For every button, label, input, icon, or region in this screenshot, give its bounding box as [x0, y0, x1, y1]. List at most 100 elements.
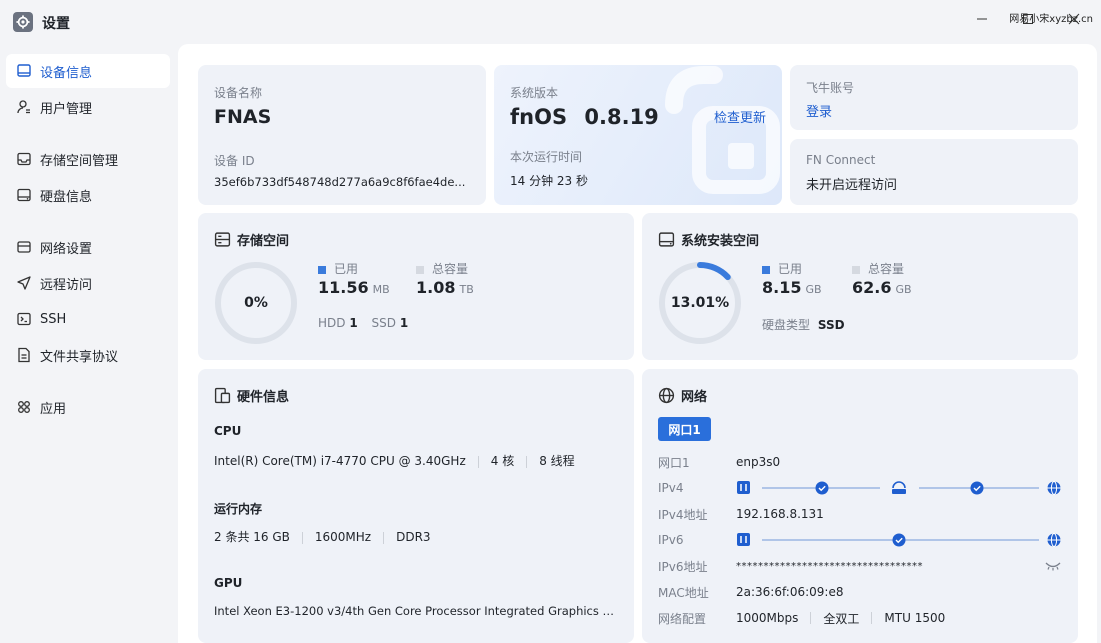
ipv6-row: IPv6: [658, 530, 736, 550]
port-label: 网口1: [658, 455, 690, 470]
watermark-text: 网易小宋xyzbz.cn: [1009, 14, 1093, 25]
hdd-label: HDD: [318, 316, 346, 330]
total-legend-swatch: [852, 265, 860, 274]
apps-icon: [18, 401, 30, 413]
hardware-icon: [214, 387, 231, 404]
total-unit: GB: [895, 283, 912, 296]
sidebar-item-remote-access[interactable]: 远程访问: [6, 266, 170, 300]
port-value: enp3s0: [736, 455, 781, 469]
link-speed: 1000Mbps: [736, 611, 799, 625]
sidebar: 设备信息 用户管理 存储空间管理 硬盘信息 网络设置 远程访问 SSH 文件共享…: [0, 44, 178, 643]
minimize-button[interactable]: [973, 10, 991, 28]
system-space-percent: 13.01%: [670, 295, 730, 311]
total-label: 总容量: [868, 262, 905, 276]
window-title: 设置: [42, 16, 70, 32]
used-value: 11.56: [318, 278, 369, 297]
storage-server-icon: [214, 232, 231, 247]
system-version-card: 系统版本 fnOS 0.8.19 检查更新 本次运行时间 14 分钟 23 秒: [494, 65, 782, 205]
memory-size: 2 条共 16 GB: [214, 530, 290, 544]
gpu-label: GPU: [214, 576, 243, 590]
sidebar-item-label: 设备信息: [40, 65, 93, 81]
login-link[interactable]: 登录: [806, 101, 832, 120]
used-value: 8.15: [762, 278, 802, 297]
ssd-label: SSD: [371, 316, 397, 330]
fnos-logo-watermark: [665, 66, 780, 194]
storage-card: 存储空间 0% 已用 总容量 11.56 MB 1.08 TB HDD 1 SSD …: [198, 213, 634, 360]
duplex-mode: 全双工: [823, 611, 860, 626]
fn-connect-card[interactable]: FN Connect 未开启远程访问: [790, 139, 1078, 205]
sidebar-item-label: 远程访问: [40, 277, 93, 293]
terminal-icon: [17, 312, 31, 326]
sidebar-item-network-settings[interactable]: 网络设置: [6, 230, 170, 264]
system-version-label: 系统版本: [510, 86, 559, 100]
system-space-card: 系统安装空间 13.01% 已用 总容量 8.15 GB 62.6 GB 硬盘类型 …: [642, 213, 1078, 360]
monitor-icon: [17, 64, 31, 77]
total-label: 总容量: [432, 262, 469, 276]
device-name: FNAS: [214, 106, 272, 128]
used-label: 已用: [778, 262, 803, 276]
device-info-card: 设备名称 FNAS 设备 ID 35ef6b733df548748d277a6a…: [198, 65, 486, 205]
hardware-title: 硬件信息: [237, 390, 290, 405]
cpu-model: Intel(R) Core(TM) i7-4770 CPU @ 3.40GHz: [214, 454, 466, 468]
sidebar-item-device-info[interactable]: 设备信息: [6, 54, 170, 88]
storage-icon: [17, 152, 31, 166]
hardware-card: 硬件信息 CPU Intel(R) Core(TM) i7-4770 CPU @…: [198, 369, 634, 643]
uptime-label: 本次运行时间: [510, 150, 583, 164]
mtu-value: MTU 1500: [884, 611, 946, 625]
used-legend-swatch: [762, 265, 770, 274]
system-space-title: 系统安装空间: [681, 234, 760, 249]
ipv6-address-row: IPv6地址 *********************************…: [658, 556, 923, 576]
internet-globe-icon: [1047, 481, 1061, 495]
account-label: 飞牛账号: [806, 81, 855, 95]
tab-port-1[interactable]: 网口1: [658, 417, 711, 441]
sidebar-item-label: 网络设置: [40, 241, 93, 257]
sidebar-item-storage-management[interactable]: 存储空间管理: [6, 142, 170, 176]
device-name-label: 设备名称: [214, 86, 263, 100]
sidebar-item-file-sharing[interactable]: 文件共享协议: [6, 338, 170, 372]
device-id-label: 设备 ID: [214, 154, 255, 168]
cpu-cores: 4 核: [490, 454, 515, 468]
ipv6-address: **********************************: [736, 560, 923, 572]
settings-gear-icon: [13, 12, 33, 32]
storage-title: 存储空间: [237, 234, 290, 249]
sidebar-item-label: SSH: [40, 311, 67, 327]
user-icon: [17, 100, 30, 114]
used-legend-swatch: [318, 265, 326, 274]
sidebar-item-label: 文件共享协议: [40, 349, 119, 365]
mac-row: MAC地址 2a:36:6f:06:09:e8: [658, 582, 843, 602]
ipv4-row: IPv4: [658, 478, 736, 498]
sidebar-item-ssh[interactable]: SSH: [6, 302, 170, 336]
ipv4-label: IPv4: [658, 481, 684, 495]
sidebar-item-apps[interactable]: 应用: [6, 390, 170, 424]
router-icon: [892, 481, 906, 494]
network-icon: [17, 241, 31, 253]
ipv6-connection-diagram: [737, 533, 1061, 547]
title-bar: 设置 网易小宋xyzbz.cn: [0, 0, 1101, 44]
eye-closed-icon[interactable]: [1044, 560, 1062, 572]
network-config-label: 网络配置: [658, 611, 707, 626]
nas-icon: [737, 533, 750, 546]
ipv6-label: IPv6: [658, 533, 684, 547]
check-update-link[interactable]: 检查更新: [714, 107, 766, 126]
sidebar-item-user-management[interactable]: 用户管理: [6, 90, 170, 124]
ipv6-address-label: IPv6地址: [658, 559, 708, 574]
gpu-model: Intel Xeon E3-1200 v3/4th Gen Core Proce…: [214, 604, 622, 618]
account-card: 飞牛账号 登录: [790, 65, 1078, 130]
mac-label: MAC地址: [658, 585, 709, 600]
hdd-count: 1: [349, 316, 358, 330]
ssd-count: 1: [399, 316, 409, 330]
total-legend-swatch: [416, 265, 424, 274]
ipv4-address: 192.168.8.131: [736, 507, 824, 521]
network-port-row: 网口1 enp3s0: [658, 452, 780, 472]
os-name: fnOS: [510, 105, 568, 129]
total-value: 62.6: [852, 278, 892, 297]
sidebar-item-disk-info[interactable]: 硬盘信息: [6, 178, 170, 212]
main-panel: 设备名称 FNAS 设备 ID 35ef6b733df548748d277a6a…: [178, 44, 1097, 643]
disk-icon: [17, 188, 31, 202]
sidebar-item-label: 用户管理: [40, 101, 93, 117]
ipv4-address-row: IPv4地址 192.168.8.131: [658, 504, 824, 524]
sidebar-item-label: 应用: [40, 401, 67, 417]
network-title: 网络: [681, 390, 708, 405]
fn-connect-label: FN Connect: [806, 153, 876, 167]
ipv4-address-label: IPv4地址: [658, 507, 708, 522]
